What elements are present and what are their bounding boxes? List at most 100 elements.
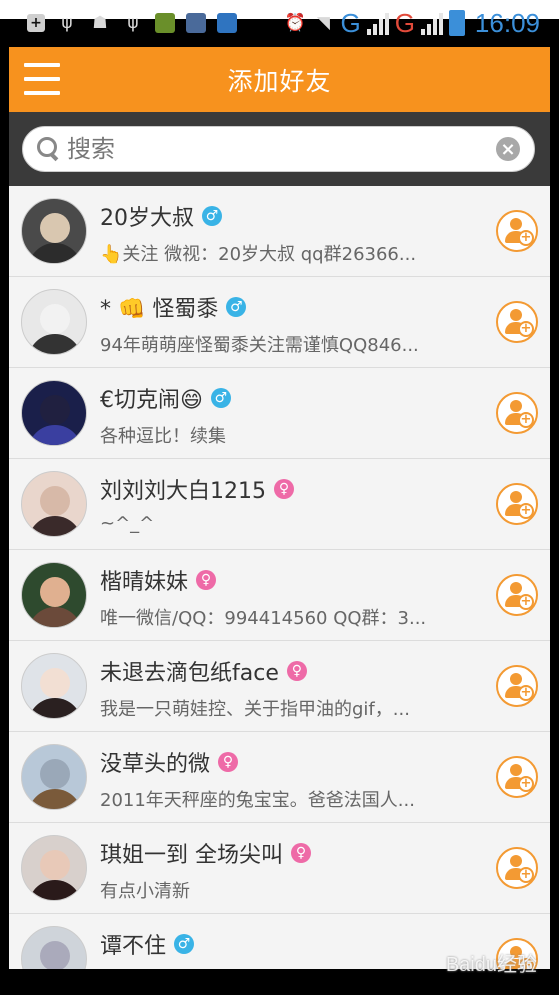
male-icon: ♂	[226, 297, 247, 317]
friend-list: 20岁大叔 ♂ 👆关注 微视：20岁大叔 qq群26366... + * 👊 怪…	[9, 186, 550, 969]
add-friend-button[interactable]: +	[496, 301, 538, 343]
name-row: 没草头的微 ♀	[100, 746, 239, 778]
friend-description: 👆关注 微视：20岁大叔 qq群26366...	[100, 244, 417, 265]
plus-icon: +	[518, 230, 534, 246]
list-item[interactable]: 未退去滴包纸face ♀ 我是一只萌娃控、关于指甲油的gif，... +	[9, 641, 550, 732]
friend-description: 各种逗比！续集	[100, 426, 226, 447]
friend-name: 未退去滴包纸face	[100, 661, 279, 686]
name-row: 刘刘刘大白1215 ♀	[100, 473, 294, 505]
clear-icon[interactable]: ×	[496, 137, 520, 161]
search-input[interactable]	[63, 135, 496, 163]
app-notification-icon	[155, 13, 175, 33]
add-friend-button[interactable]: +	[496, 392, 538, 434]
person-icon	[510, 400, 522, 412]
male-icon: ♂	[174, 934, 195, 954]
add-notification-icon: +	[27, 14, 45, 32]
avatar[interactable]	[21, 198, 87, 264]
friend-name: 刘刘刘大白1215	[100, 479, 266, 504]
friend-name: 没草头的微	[100, 752, 211, 777]
add-friend-button[interactable]: +	[496, 665, 538, 707]
person-icon	[510, 855, 522, 867]
page-title: 添加好友	[227, 66, 332, 96]
plus-icon: +	[518, 503, 534, 519]
friend-description: 唯一微信/QQ：994414560 QQ群：3...	[100, 608, 427, 629]
signal-icon-1	[366, 11, 389, 35]
signal-icon-2	[420, 11, 443, 35]
name-row: 楷晴妹妹 ♀	[100, 564, 217, 596]
usb-icon: ψ	[61, 13, 73, 33]
name-row: 20岁大叔 ♂	[100, 200, 222, 232]
person-icon	[510, 673, 522, 685]
person-icon	[510, 582, 522, 594]
list-item[interactable]: €切克闹😄 ♂ 各种逗比！续集 +	[9, 368, 550, 459]
female-icon: ♀	[286, 661, 307, 681]
list-item[interactable]: 20岁大叔 ♂ 👆关注 微视：20岁大叔 qq群26366... +	[9, 186, 550, 277]
list-item[interactable]: 琪姐一到 全场尖叫 ♀ 有点小清新 +	[9, 823, 550, 914]
search-box[interactable]: ×	[22, 126, 535, 172]
plus-icon: +	[518, 867, 534, 883]
add-friend-button[interactable]: +	[496, 210, 538, 252]
avatar[interactable]	[21, 835, 87, 901]
friend-name: * 👊 怪蜀黍	[100, 297, 219, 322]
avatar[interactable]	[21, 289, 87, 355]
person-icon	[510, 491, 522, 503]
network-type-2: G	[394, 7, 415, 38]
friend-name: 20岁大叔	[100, 206, 194, 231]
add-friend-button[interactable]: +	[496, 847, 538, 889]
status-bar: + ψ ☗ ψ ⏰ ◥ G G 16:09	[9, 0, 550, 46]
plus-icon: +	[518, 685, 534, 701]
name-row: 未退去滴包纸face ♀	[100, 655, 307, 687]
alarm-icon: ⏰	[284, 13, 307, 33]
male-icon: ♂	[210, 388, 231, 408]
avatar[interactable]	[21, 562, 87, 628]
add-friend-button[interactable]: +	[496, 574, 538, 616]
female-icon: ♀	[196, 570, 217, 590]
friend-name: €切克闹😄	[100, 388, 203, 413]
edit-app-icon	[217, 13, 237, 33]
plus-icon: +	[518, 412, 534, 428]
battery-icon	[448, 10, 465, 36]
clock: 16:09	[474, 7, 540, 38]
avatar[interactable]	[21, 380, 87, 446]
friend-name: 谭不住	[100, 934, 167, 959]
name-row: * 👊 怪蜀黍 ♂	[100, 291, 247, 323]
list-item[interactable]: 楷晴妹妹 ♀ 唯一微信/QQ：994414560 QQ群：3... +	[9, 550, 550, 641]
friend-name: 楷晴妹妹	[100, 570, 189, 595]
name-row: 谭不住 ♂	[100, 928, 195, 960]
android-debug-icon: ☗	[92, 13, 108, 33]
avatar[interactable]	[21, 744, 87, 810]
female-icon: ♀	[291, 843, 311, 863]
female-icon: ♀	[218, 752, 239, 772]
friend-description: 我是一只萌娃控、关于指甲油的gif，...	[100, 699, 410, 720]
avatar[interactable]	[21, 471, 87, 537]
plus-icon: +	[518, 594, 534, 610]
male-icon: ♂	[202, 206, 222, 226]
add-friend-button[interactable]: +	[496, 756, 538, 798]
person-icon	[510, 764, 522, 776]
add-friend-button[interactable]: +	[496, 483, 538, 525]
friend-description: 94年萌萌座怪蜀黍关注需谨慎QQ846...	[100, 335, 419, 356]
search-bar: ×	[9, 112, 550, 186]
list-item[interactable]: 没草头的微 ♀ 2011年天秤座的兔宝宝。爸爸法国人... +	[9, 732, 550, 823]
menu-icon[interactable]	[24, 63, 60, 95]
name-row: 琪姐一到 全场尖叫 ♀	[100, 837, 311, 869]
list-item[interactable]: * 👊 怪蜀黍 ♂ 94年萌萌座怪蜀黍关注需谨慎QQ846... +	[9, 277, 550, 368]
plus-icon: +	[518, 321, 534, 337]
person-icon	[510, 309, 522, 321]
avatar[interactable]	[21, 926, 87, 969]
usb-icon-2: ψ	[127, 13, 139, 33]
friend-description: 2011年天秤座的兔宝宝。爸爸法国人...	[100, 790, 415, 811]
plus-icon: +	[518, 776, 534, 792]
avatar[interactable]	[21, 653, 87, 719]
baidu-watermark: Baidu经验	[445, 954, 537, 976]
search-icon	[35, 135, 63, 163]
app-header: 添加好友	[9, 47, 550, 112]
friend-description: ~^_^	[100, 513, 155, 534]
friend-name: 琪姐一到 全场尖叫	[100, 843, 283, 868]
list-item[interactable]: 刘刘刘大白1215 ♀ ~^_^ +	[9, 459, 550, 550]
person-icon	[510, 218, 522, 230]
friend-description: 有点小清新	[100, 881, 190, 902]
female-icon: ♀	[274, 479, 294, 499]
wifi-icon: ◥	[316, 13, 330, 33]
network-type-1: G	[340, 7, 361, 38]
